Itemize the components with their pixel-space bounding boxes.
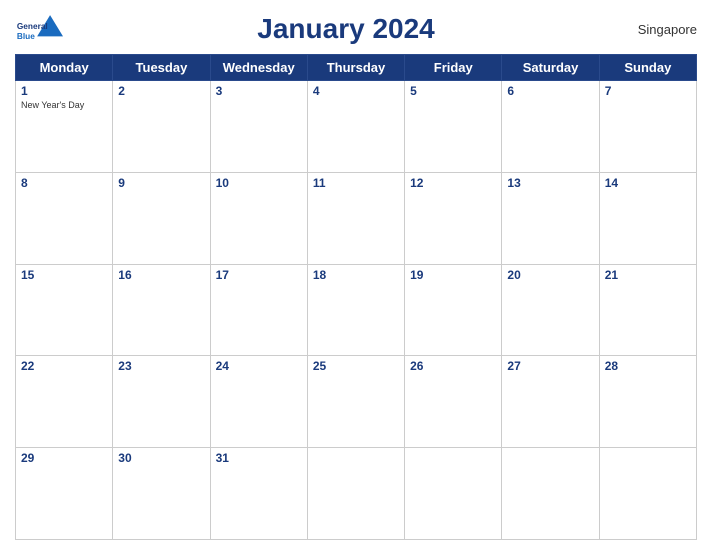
day-number: 12: [410, 176, 496, 190]
day-number: 5: [410, 84, 496, 98]
calendar-cell: 18: [307, 264, 404, 356]
day-number: 15: [21, 268, 107, 282]
day-number: 24: [216, 359, 302, 373]
day-number: 11: [313, 176, 399, 190]
day-number: 23: [118, 359, 204, 373]
week-row-4: 22 23 24 25 26 27 28: [16, 356, 697, 448]
day-number: 4: [313, 84, 399, 98]
day-number: 10: [216, 176, 302, 190]
calendar-cell: 7: [599, 81, 696, 173]
day-header-monday: Monday: [16, 55, 113, 81]
calendar-cell: 6: [502, 81, 599, 173]
day-number: 9: [118, 176, 204, 190]
calendar-cell: 12: [405, 172, 502, 264]
logo: General Blue: [15, 10, 75, 48]
day-header-friday: Friday: [405, 55, 502, 81]
region-label: Singapore: [617, 22, 697, 37]
calendar-header: General Blue January 2024 Singapore: [15, 10, 697, 48]
week-row-3: 15 16 17 18 19 20 21: [16, 264, 697, 356]
week-row-5: 29 30 31: [16, 448, 697, 540]
day-number: 2: [118, 84, 204, 98]
calendar-cell: 27: [502, 356, 599, 448]
calendar-cell: 29: [16, 448, 113, 540]
calendar-cell: 14: [599, 172, 696, 264]
calendar-title: January 2024: [257, 13, 434, 44]
calendar-cell: 16: [113, 264, 210, 356]
day-header-sunday: Sunday: [599, 55, 696, 81]
week-row-1: 1 New Year's Day 234567: [16, 81, 697, 173]
day-number: 14: [605, 176, 691, 190]
svg-text:General: General: [17, 21, 48, 31]
calendar-cell: 9: [113, 172, 210, 264]
day-number: 31: [216, 451, 302, 465]
calendar-cell: 4: [307, 81, 404, 173]
calendar-cell: 24: [210, 356, 307, 448]
day-number: 21: [605, 268, 691, 282]
calendar-cell: 10: [210, 172, 307, 264]
week-row-2: 89 10 11 12 13 14: [16, 172, 697, 264]
day-number: 20: [507, 268, 593, 282]
calendar-cell: 17: [210, 264, 307, 356]
day-number: 13: [507, 176, 593, 190]
day-header-tuesday: Tuesday: [113, 55, 210, 81]
day-number: 17: [216, 268, 302, 282]
day-header-saturday: Saturday: [502, 55, 599, 81]
calendar-cell: 8: [16, 172, 113, 264]
calendar-cell: [405, 448, 502, 540]
calendar-cell: 22: [16, 356, 113, 448]
calendar-cell: 5: [405, 81, 502, 173]
calendar-cell: 20: [502, 264, 599, 356]
calendar-table: MondayTuesdayWednesdayThursdayFridaySatu…: [15, 54, 697, 540]
calendar-cell: 3: [210, 81, 307, 173]
day-number: 27: [507, 359, 593, 373]
calendar-cell: [502, 448, 599, 540]
day-number: 3: [216, 84, 302, 98]
day-number: 1: [21, 84, 107, 98]
day-number: 28: [605, 359, 691, 373]
day-number: 8: [21, 176, 107, 190]
day-header-wednesday: Wednesday: [210, 55, 307, 81]
days-header-row: MondayTuesdayWednesdayThursdayFridaySatu…: [16, 55, 697, 81]
calendar-cell: 2: [113, 81, 210, 173]
day-number: 29: [21, 451, 107, 465]
calendar-cell: 19: [405, 264, 502, 356]
calendar-cell: 15: [16, 264, 113, 356]
day-number: 18: [313, 268, 399, 282]
calendar-cell: 26: [405, 356, 502, 448]
svg-text:Blue: Blue: [17, 31, 35, 41]
day-number: 16: [118, 268, 204, 282]
calendar-cell: 30: [113, 448, 210, 540]
day-number: 25: [313, 359, 399, 373]
holiday-label: New Year's Day: [21, 100, 107, 110]
day-number: 22: [21, 359, 107, 373]
calendar-cell: [307, 448, 404, 540]
day-number: 30: [118, 451, 204, 465]
title-area: January 2024: [75, 13, 617, 45]
day-number: 19: [410, 268, 496, 282]
calendar-cell: 1 New Year's Day: [16, 81, 113, 173]
logo-icon: General Blue: [15, 10, 75, 48]
day-header-thursday: Thursday: [307, 55, 404, 81]
calendar-cell: 28: [599, 356, 696, 448]
calendar-cell: 25: [307, 356, 404, 448]
calendar-cell: 11: [307, 172, 404, 264]
day-number: 6: [507, 84, 593, 98]
day-number: 26: [410, 359, 496, 373]
calendar-cell: 31: [210, 448, 307, 540]
calendar-cell: 23: [113, 356, 210, 448]
calendar-cell: [599, 448, 696, 540]
calendar-cell: 21: [599, 264, 696, 356]
day-number: 7: [605, 84, 691, 98]
calendar-cell: 13: [502, 172, 599, 264]
